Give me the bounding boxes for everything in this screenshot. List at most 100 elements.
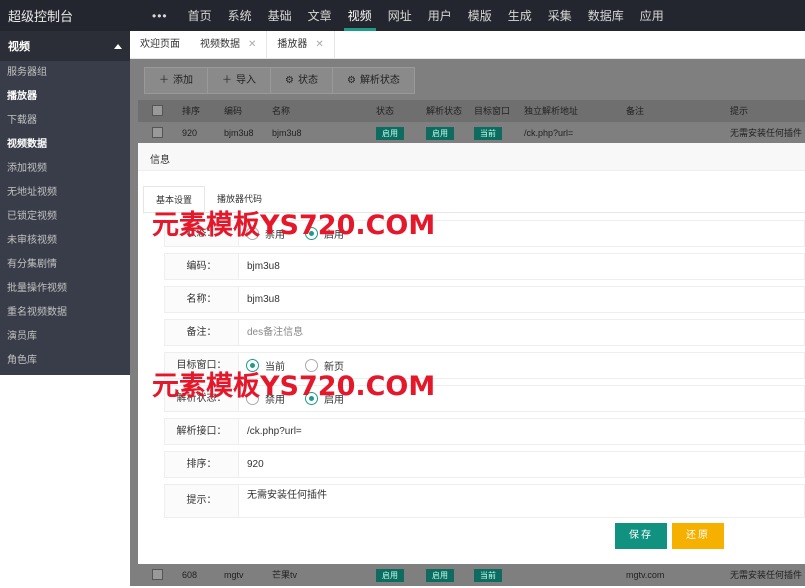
- column-header: 目标窗口: [474, 106, 511, 116]
- field-tip: 提示： 无需安装任何插件: [164, 484, 805, 518]
- import-button[interactable]: ＋ 导入: [208, 68, 271, 93]
- cell-url: /ck.php?url=: [524, 128, 574, 138]
- table-row[interactable]: 920 bjm3u8 bjm3u8 启用 启用 当前 /ck.php?url= …: [138, 122, 805, 144]
- tab-label: 播放器: [277, 38, 308, 50]
- code-input[interactable]: bjm3u8: [239, 253, 805, 280]
- status-badge: 当前: [474, 569, 502, 582]
- nav-item-user[interactable]: 用户: [420, 0, 460, 31]
- tab-label: 视频数据: [200, 38, 240, 50]
- field-label: 解析接口：: [164, 418, 239, 445]
- cell-target[interactable]: 当前: [474, 564, 502, 586]
- gear-icon: ⚙: [346, 75, 356, 86]
- name-input[interactable]: bjm3u8: [239, 286, 805, 313]
- column-header: 状态: [376, 106, 395, 116]
- nav-item-template[interactable]: 模版: [460, 0, 500, 31]
- add-button-label: 添加: [173, 75, 193, 86]
- nav-item-video[interactable]: 视频: [340, 0, 380, 31]
- status-badge: 启用: [426, 569, 454, 582]
- field-label: 编码：: [164, 253, 239, 280]
- close-icon[interactable]: ✕: [248, 31, 256, 59]
- sidebar-item-locked-video[interactable]: 已锁定视频: [0, 205, 130, 229]
- field-label: 排序：: [164, 451, 239, 478]
- sidebar-header[interactable]: 视频: [0, 31, 130, 61]
- note-input[interactable]: des备注信息: [239, 319, 805, 346]
- sidebar-item-batch-video[interactable]: 批量操作视频: [0, 277, 130, 301]
- status-button-label: 状态: [297, 75, 318, 86]
- cell-code: mgtv: [224, 570, 244, 580]
- status-button[interactable]: ⚙ 状态: [271, 68, 333, 93]
- nav-item-database[interactable]: 数据库: [580, 0, 632, 31]
- plus-icon: ＋: [159, 75, 169, 86]
- column-header: 提示: [730, 106, 749, 116]
- status-badge: 启用: [376, 127, 404, 140]
- cell-tip: 无需安装任何插件: [730, 128, 803, 138]
- cell-status[interactable]: 启用: [376, 564, 404, 586]
- add-button[interactable]: ＋ 添加: [145, 68, 208, 93]
- field-sort: 排序： 920: [164, 451, 805, 478]
- row-checkbox[interactable]: [152, 564, 163, 588]
- sort-input[interactable]: 920: [239, 451, 805, 478]
- close-icon[interactable]: ✕: [315, 31, 323, 59]
- sidebar-item-server-group[interactable]: 服务器组: [0, 61, 130, 85]
- caret-up-icon: [114, 43, 122, 49]
- table-header: 排序 编码 名称 状态 解析状态 目标窗口 独立解析地址 备注 提示: [138, 100, 805, 122]
- field-code: 编码： bjm3u8: [164, 253, 805, 280]
- parse-status-button-label: 解析状态: [359, 75, 400, 86]
- field-parse-api: 解析接口： /ck.php?url=: [164, 418, 805, 445]
- tab-label: 欢迎页面: [140, 38, 180, 50]
- sidebar-item-actors[interactable]: 演员库: [0, 325, 130, 349]
- parse-api-input[interactable]: /ck.php?url=: [239, 418, 805, 445]
- sidebar-item-roles[interactable]: 角色库: [0, 349, 130, 373]
- tab-player[interactable]: 播放器 ✕: [266, 31, 335, 59]
- tab-welcome[interactable]: 欢迎页面: [130, 31, 190, 58]
- dialog-header: [138, 143, 805, 171]
- column-header: 独立解析地址: [524, 106, 579, 116]
- cell-sort: 920: [182, 128, 198, 138]
- cell-tip: 无需安装任何插件: [730, 570, 803, 580]
- sidebar-blank: [0, 375, 130, 586]
- parse-status-button[interactable]: ⚙ 解析状态: [333, 68, 414, 93]
- nav-more-icon[interactable]: •••: [130, 0, 180, 31]
- nav-item-basic[interactable]: 基础: [260, 0, 300, 31]
- sidebar: 视频 服务器组 播放器 下载器 视频数据 添加视频 无地址视频 已锁定视频 未审…: [0, 31, 130, 375]
- sidebar-item-add-video[interactable]: 添加视频: [0, 157, 130, 181]
- status-badge: 当前: [474, 127, 502, 140]
- status-badge: 启用: [426, 127, 454, 140]
- field-label: 备注：: [164, 319, 239, 346]
- field-name: 名称： bjm3u8: [164, 286, 805, 313]
- sidebar-item-episode-plot[interactable]: 有分集剧情: [0, 253, 130, 277]
- sidebar-item-downloader[interactable]: 下载器: [0, 109, 130, 133]
- reset-button[interactable]: 还原: [672, 523, 724, 549]
- sidebar-item-duplicate-video[interactable]: 重名视频数据: [0, 301, 130, 325]
- column-header: 排序: [182, 106, 201, 116]
- cell-sort: 608: [182, 570, 198, 580]
- page-tabs: 欢迎页面 视频数据 ✕ 播放器 ✕: [130, 31, 805, 59]
- sidebar-item-unreviewed-video[interactable]: 未审核视频: [0, 229, 130, 253]
- cell-status[interactable]: 启用: [376, 122, 404, 144]
- select-all-checkbox[interactable]: [152, 100, 163, 124]
- sidebar-item-video-data[interactable]: 视频数据: [0, 133, 130, 157]
- sidebar-item-player[interactable]: 播放器: [0, 85, 130, 109]
- cell-target[interactable]: 当前: [474, 122, 502, 144]
- toolbar: ＋添加 ＋导入 ⚙ 状态 ⚙ 解析状态: [144, 67, 415, 94]
- sidebar-header-label: 视频: [8, 41, 30, 53]
- nav-item-apps[interactable]: 应用: [632, 0, 672, 31]
- nav-item-url[interactable]: 网址: [380, 0, 420, 31]
- nav-item-home[interactable]: 首页: [180, 0, 220, 31]
- tip-textarea[interactable]: 无需安装任何插件: [239, 484, 805, 518]
- sidebar-item-no-url-video[interactable]: 无地址视频: [0, 181, 130, 205]
- nav-item-collect[interactable]: 采集: [540, 0, 580, 31]
- gear-icon: ⚙: [285, 75, 294, 86]
- nav-item-system[interactable]: 系统: [220, 0, 260, 31]
- cell-parse[interactable]: 启用: [426, 122, 454, 144]
- cell-parse[interactable]: 启用: [426, 564, 454, 586]
- column-header: 名称: [272, 106, 291, 116]
- field-label: 名称：: [164, 286, 239, 313]
- table-row[interactable]: 608 mgtv 芒果tv 启用 启用 当前 mgtv.com 无需安装任何插件: [138, 564, 805, 586]
- nav-item-generate[interactable]: 生成: [500, 0, 540, 31]
- nav-item-article[interactable]: 文章: [300, 0, 340, 31]
- save-button[interactable]: 保存: [615, 523, 667, 549]
- tab-video-data[interactable]: 视频数据 ✕: [190, 31, 266, 58]
- column-header: 编码: [224, 106, 243, 116]
- field-label: 提示：: [164, 484, 239, 518]
